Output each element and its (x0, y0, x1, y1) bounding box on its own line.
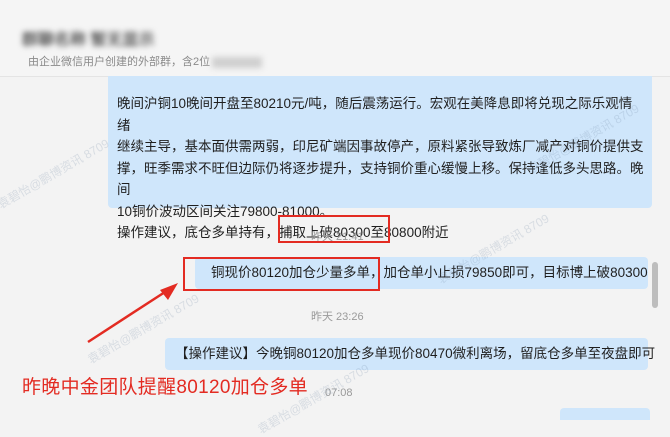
annotation-caption: 昨晚中金团队提醒80120加仓多单 (22, 377, 308, 398)
arrow-icon (87, 283, 178, 344)
